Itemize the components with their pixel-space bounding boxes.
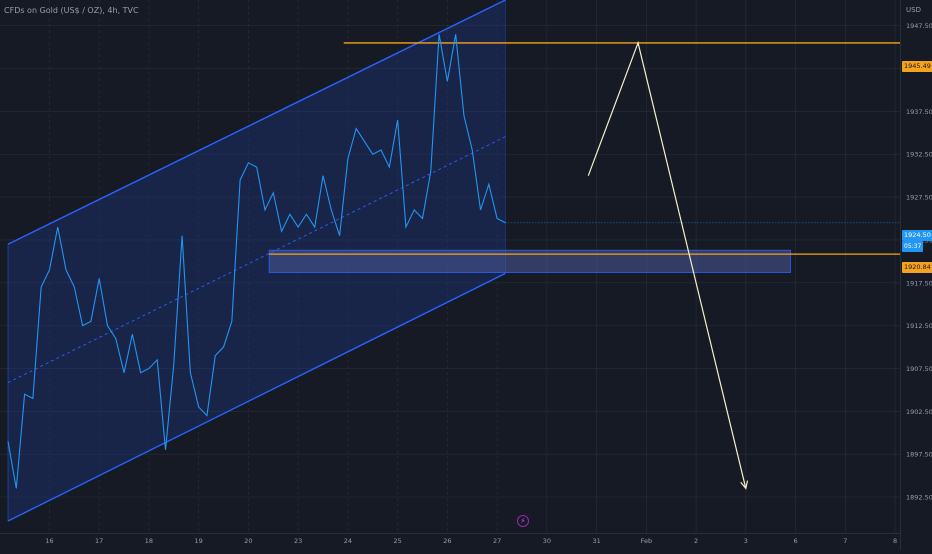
time-tick-label: 24 [344,537,352,545]
time-tick-label: 25 [393,537,401,545]
price-tick-label: 1947.50 [906,22,932,30]
price-axis-border [900,0,901,550]
lightning-bolt-icon[interactable]: ⚡ [517,515,529,527]
time-tick-label: 3 [744,537,748,545]
price-tick-label: 1892.50 [906,494,932,502]
price-tick-label: 1912.50 [906,322,932,330]
last-price-tag: 1924.50 [902,230,932,241]
time-tick-label: 2 [694,537,698,545]
time-axis-border [0,533,900,534]
time-tick-label: 7 [843,537,847,545]
chart-title: CFDs on Gold (US$ / OZ), 4h, TVC [4,6,139,15]
currency-label: USD [906,6,921,14]
time-tick-label: 8 [893,537,897,545]
price-tick-label: 1907.50 [906,365,932,373]
time-tick-label: 23 [294,537,302,545]
time-tick-label: 26 [443,537,451,545]
time-tick-label: 17 [95,537,103,545]
time-tick-label: 16 [45,537,53,545]
chart-svg: 1947.501942.501937.501932.501927.501922.… [0,0,932,545]
bar-countdown-tag: 05:37 [902,241,924,252]
price-tick-label: 1932.50 [906,151,932,159]
time-tick-label: 19 [195,537,203,545]
time-tick-label: 31 [592,537,600,545]
time-tick-label: 6 [793,537,797,545]
price-tick-label: 1902.50 [906,408,932,416]
time-tick-label: 30 [543,537,551,545]
lower-level-price-tag: 1920.84 [902,262,932,273]
time-tick-label: Feb [641,537,653,545]
time-tick-label: 20 [244,537,252,545]
price-tick-label: 1937.50 [906,108,932,116]
chart-area[interactable]: 1947.501942.501937.501932.501927.501922.… [0,0,932,550]
price-tick-label: 1897.50 [906,451,932,459]
time-tick-label: 18 [145,537,153,545]
price-tick-label: 1917.50 [906,279,932,287]
upper-level-price-tag: 1945.49 [902,61,932,72]
price-tick-label: 1927.50 [906,194,932,202]
time-tick-label: 27 [493,537,501,545]
